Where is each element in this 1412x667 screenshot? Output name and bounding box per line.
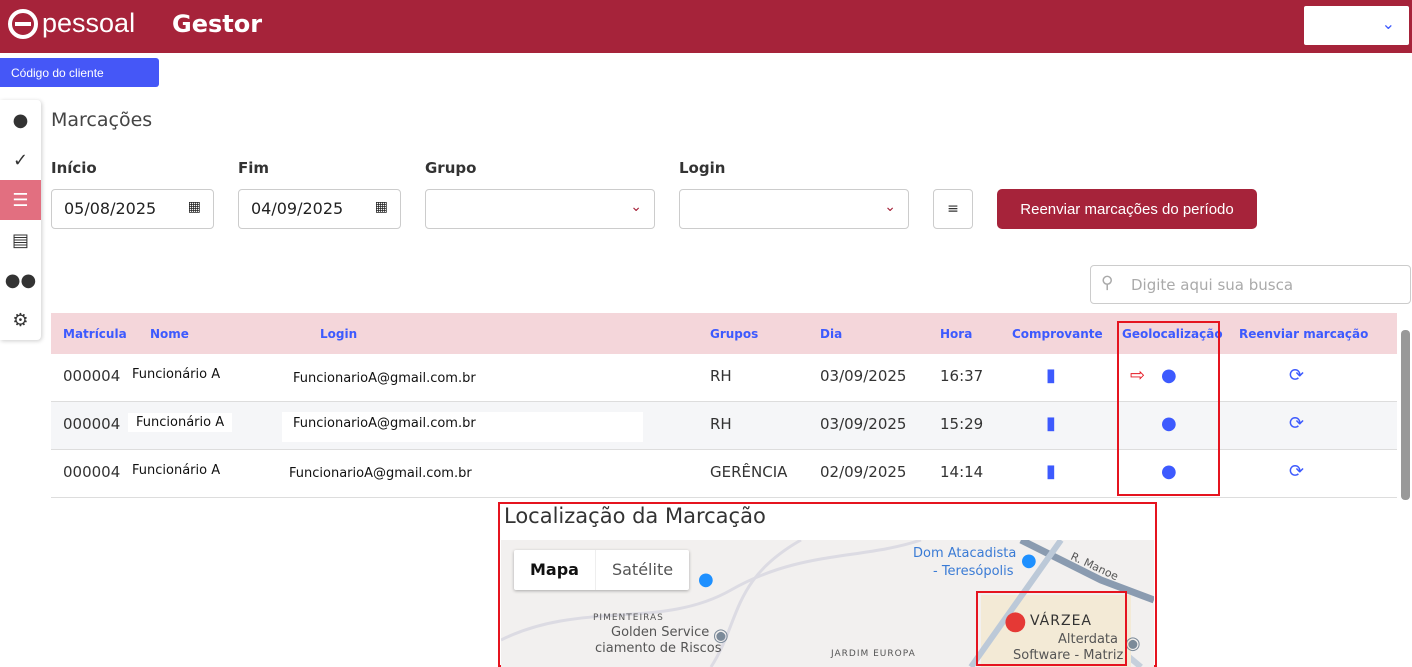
search-placeholder: Digite aqui sua busca <box>1131 276 1294 294</box>
chevron-down-icon: ⌄ <box>1381 14 1395 33</box>
cell-dia: 03/09/2025 <box>820 367 907 385</box>
check-icon: ✓ <box>12 149 29 171</box>
group-icon: ●● <box>4 269 37 291</box>
app-name: Gestor <box>172 10 263 38</box>
logo-text: pessoal <box>42 8 136 38</box>
calendar-icon[interactable]: ▦ <box>188 199 201 215</box>
shopping-bag-poi-icon[interactable]: ● <box>698 569 714 590</box>
map-label: Dom Atacadista <box>913 546 1017 561</box>
col-matricula[interactable]: Matrícula <box>63 327 127 341</box>
col-reenviar[interactable]: Reenviar marcação <box>1239 327 1368 341</box>
cell-login: FuncionarioA@gmail.com.br <box>289 466 472 481</box>
resend-sync-icon[interactable]: ⟳ <box>1289 461 1304 482</box>
edit-list-icon: ☰ <box>12 189 29 211</box>
logo-e-icon <box>8 8 38 39</box>
calendar-icon[interactable]: ▦ <box>375 199 388 215</box>
cell-login: FuncionarioA@gmail.com.br <box>282 412 643 442</box>
chevron-down-icon: ⌄ <box>630 199 642 215</box>
cell-nome: Funcionário A <box>128 413 233 432</box>
receipt-document-icon[interactable]: ▮ <box>1046 365 1056 386</box>
receipt-document-icon[interactable]: ▮ <box>1046 461 1056 482</box>
col-hora[interactable]: Hora <box>940 327 972 341</box>
map-type-map-button[interactable]: Mapa <box>514 550 595 590</box>
client-code-button[interactable]: Código do cliente <box>0 58 159 87</box>
inicio-date-input[interactable]: 05/08/2025 ▦ <box>51 189 214 229</box>
cell-grupo: RH <box>710 367 732 385</box>
fim-value: 04/09/2025 <box>251 199 344 218</box>
cell-hora: 14:14 <box>940 463 984 481</box>
map-type-control: Mapa Satélite <box>514 550 690 590</box>
map-label: PIMENTEIRAS <box>593 613 664 623</box>
inicio-label: Início <box>51 159 97 177</box>
cell-hora: 15:29 <box>940 415 984 433</box>
sidebar-item-settings[interactable]: ⚙ <box>0 300 41 340</box>
page-title: Marcações <box>51 109 153 131</box>
col-nome[interactable]: Nome <box>150 327 189 341</box>
fim-date-input[interactable]: 04/09/2025 ▦ <box>238 189 401 229</box>
inicio-value: 05/08/2025 <box>64 199 157 218</box>
cell-matricula: 000004 <box>63 415 121 433</box>
map-label: Golden Service <box>611 625 710 640</box>
sidebar-item-reports[interactable]: ▤ <box>0 220 41 260</box>
resend-sync-icon[interactable]: ⟳ <box>1289 413 1304 434</box>
login-label: Login <box>679 159 726 177</box>
sidebar-item-tasks[interactable]: ✓ <box>0 140 41 180</box>
login-select[interactable]: ⌄ <box>679 189 909 229</box>
sidebar-item-user[interactable]: ● <box>0 100 41 140</box>
cell-nome: Funcionário A <box>132 367 221 382</box>
document-icon: ▤ <box>11 229 29 251</box>
col-comprovante[interactable]: Comprovante <box>1012 327 1103 341</box>
resend-sync-icon[interactable]: ⟳ <box>1289 365 1304 386</box>
sidebar-item-groups[interactable]: ●● <box>0 260 41 300</box>
filter-button[interactable]: ≡ <box>933 189 973 229</box>
map-type-satellite-button[interactable]: Satélite <box>594 550 689 590</box>
cell-grupo: RH <box>710 415 732 433</box>
poi-icon[interactable]: ◉ <box>1125 633 1141 654</box>
cell-dia: 03/09/2025 <box>820 415 907 433</box>
col-dia[interactable]: Dia <box>820 327 842 341</box>
search-icon: ⚲ <box>1101 273 1114 293</box>
search-input[interactable]: ⚲ Digite aqui sua busca <box>1090 265 1411 304</box>
cell-grupo: GERÊNCIA <box>710 463 788 481</box>
cell-matricula: 000004 <box>63 367 121 385</box>
poi-icon[interactable]: ◉ <box>713 625 729 646</box>
cell-matricula: 000004 <box>63 463 121 481</box>
table-scrollbar[interactable] <box>1400 316 1411 500</box>
map-label: JARDIM EUROPA <box>831 649 916 659</box>
header-select[interactable]: ⌄ <box>1304 6 1409 45</box>
sidebar: ● ✓ ☰ ▤ ●● ⚙ <box>0 100 41 340</box>
cell-hora: 16:37 <box>940 367 984 385</box>
map-label: ciamento de Riscos <box>595 641 722 656</box>
logo: pessoal <box>8 8 135 39</box>
gear-icon: ⚙ <box>12 309 29 331</box>
person-icon: ● <box>12 109 29 131</box>
cell-nome: Funcionário A <box>132 463 221 478</box>
filter-icon: ≡ <box>947 201 959 217</box>
resend-period-button[interactable]: Reenviar marcações do período <box>997 189 1257 229</box>
sidebar-item-marcacoes[interactable]: ☰ <box>0 180 41 220</box>
receipt-document-icon[interactable]: ▮ <box>1046 413 1056 434</box>
shopping-cart-poi-icon[interactable]: ● <box>1021 550 1037 571</box>
fim-label: Fim <box>238 159 270 177</box>
cell-login: FuncionarioA@gmail.com.br <box>293 371 476 386</box>
col-grupos[interactable]: Grupos <box>710 327 758 341</box>
scrollbar-thumb[interactable] <box>1401 330 1410 500</box>
grupo-select[interactable]: ⌄ <box>425 189 655 229</box>
annotation-highlight-geolocation <box>1117 321 1220 496</box>
map-label: - Teresópolis <box>933 564 1014 579</box>
annotation-highlight-marker <box>976 591 1127 666</box>
grupo-label: Grupo <box>425 159 477 177</box>
chevron-down-icon: ⌄ <box>884 199 896 215</box>
map-title: Localização da Marcação <box>504 504 766 528</box>
col-login[interactable]: Login <box>320 327 357 341</box>
cell-dia: 02/09/2025 <box>820 463 907 481</box>
